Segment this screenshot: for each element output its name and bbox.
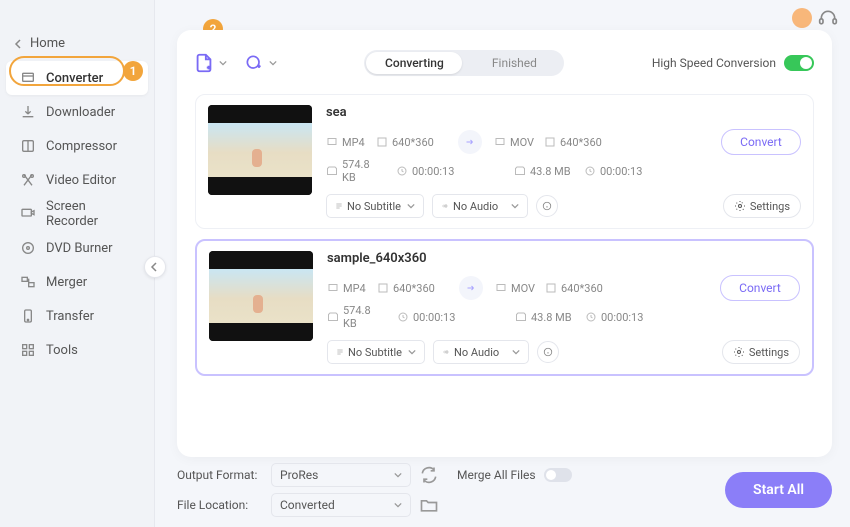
tab-converting[interactable]: Converting xyxy=(364,56,464,70)
merge-toggle[interactable] xyxy=(544,468,572,482)
info-icon[interactable] xyxy=(537,341,559,363)
callout-badge-1: 1 xyxy=(123,61,143,81)
sidebar-item-merger[interactable]: Merger xyxy=(6,265,148,299)
convert-button[interactable]: Convert xyxy=(720,275,800,301)
add-file-caret[interactable] xyxy=(219,59,227,67)
video-thumbnail[interactable] xyxy=(208,105,312,195)
main-panel: Converting Finished High Speed Conversio… xyxy=(177,30,832,457)
convert-item: sea MP4 640*360 MOV 640*360 574.8 KB 00:… xyxy=(195,94,814,229)
convert-item: sample_640x360 MP4 640*360 MOV 640*360 5… xyxy=(195,239,814,376)
video-thumbnail[interactable] xyxy=(209,251,313,341)
home-link[interactable]: Home xyxy=(0,32,154,61)
arrow-icon xyxy=(458,130,482,154)
arrow-icon xyxy=(459,276,483,300)
topbar: Converting Finished High Speed Conversio… xyxy=(195,42,814,84)
sidebar-item-dvd-burner[interactable]: DVD Burner xyxy=(6,231,148,265)
convert-button[interactable]: Convert xyxy=(721,129,801,155)
add-file-button[interactable] xyxy=(191,50,217,76)
item-title: sample_640x360 xyxy=(327,251,800,266)
output-format-select[interactable]: ProRes xyxy=(271,463,411,487)
item-settings-button[interactable]: Settings xyxy=(722,340,800,364)
start-all-button[interactable]: Start All xyxy=(725,472,832,508)
sidebar-item-compressor[interactable]: Compressor xyxy=(6,129,148,163)
info-icon[interactable] xyxy=(536,195,558,217)
audio-select[interactable]: No Audio xyxy=(432,194,528,218)
audio-select[interactable]: No Audio xyxy=(433,340,529,364)
add-url-button[interactable] xyxy=(241,50,267,76)
status-segmented: Converting Finished xyxy=(364,50,564,76)
output-format-label: Output Format: xyxy=(177,468,263,482)
item-title: sea xyxy=(326,105,801,120)
add-url-caret[interactable] xyxy=(269,59,277,67)
subtitle-select[interactable]: No Subtitle xyxy=(327,340,425,364)
sidebar-item-downloader[interactable]: Downloader xyxy=(6,95,148,129)
subtitle-select[interactable]: No Subtitle xyxy=(326,194,424,218)
hsc-toggle[interactable] xyxy=(784,55,814,71)
merge-label: Merge All Files xyxy=(457,468,536,482)
hsc-label: High Speed Conversion xyxy=(652,56,776,70)
refresh-icon[interactable] xyxy=(419,465,439,485)
file-location-label: File Location: xyxy=(177,498,263,512)
sidebar-item-tools[interactable]: Tools xyxy=(6,333,148,367)
folder-icon[interactable] xyxy=(419,495,439,515)
sidebar-item-screen-recorder[interactable]: Screen Recorder xyxy=(6,197,148,231)
tab-finished[interactable]: Finished xyxy=(464,56,564,70)
item-settings-button[interactable]: Settings xyxy=(723,194,801,218)
sidebar-item-video-editor[interactable]: Video Editor xyxy=(6,163,148,197)
file-location-select[interactable]: Converted xyxy=(271,493,411,517)
sidebar-item-transfer[interactable]: Transfer xyxy=(6,299,148,333)
footer-bar: Output Format: ProRes Merge All Files Fi… xyxy=(177,465,832,515)
home-label: Home xyxy=(30,36,65,51)
